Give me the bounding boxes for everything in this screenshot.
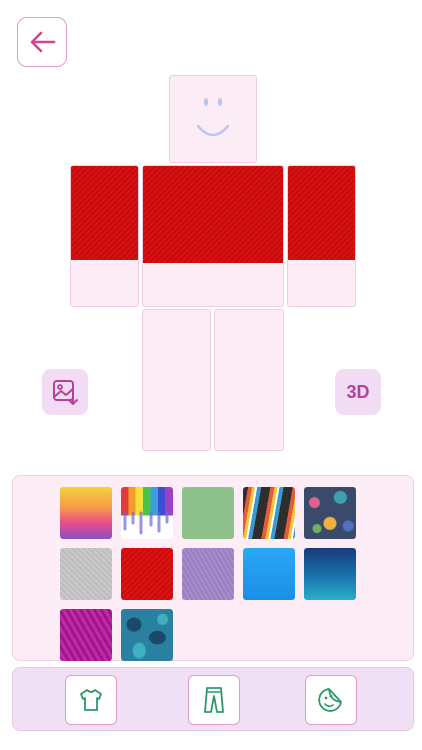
- tab-shirt[interactable]: [65, 675, 117, 725]
- swatch-teal-camo[interactable]: [121, 609, 173, 661]
- swatch-magenta-chevron[interactable]: [60, 609, 112, 661]
- swatch-rainbow-paint-drips[interactable]: [121, 487, 173, 539]
- avatar-torso[interactable]: [142, 165, 284, 307]
- swatch-grey-fabric[interactable]: [60, 548, 112, 600]
- smiley-face-icon: [196, 98, 230, 137]
- swatch-colorful-lightning-stripes[interactable]: [243, 487, 295, 539]
- swatch-sage-green[interactable]: [182, 487, 234, 539]
- shirt-sleeve-left: [71, 166, 138, 260]
- shirt-sleeve-right: [288, 166, 355, 260]
- swatch-blue-hex-gradient[interactable]: [304, 548, 356, 600]
- view-3d-label: 3D: [346, 381, 370, 402]
- view-3d-button[interactable]: 3D: [335, 369, 381, 415]
- shirt-icon: [80, 689, 102, 711]
- export-image-button[interactable]: [42, 369, 88, 415]
- avatar-left-arm[interactable]: [70, 165, 139, 307]
- face-sticker-icon: [318, 688, 342, 712]
- swatch-pink-yellow-watercolor[interactable]: [60, 487, 112, 539]
- avatar-left-leg[interactable]: [142, 309, 211, 451]
- category-tab-bar: [12, 667, 414, 731]
- shirt-torso: [143, 166, 283, 263]
- image-download-icon: [53, 380, 78, 405]
- avatar-right-leg[interactable]: [214, 309, 284, 451]
- tab-pants[interactable]: [188, 675, 240, 725]
- swatch-purple-knit[interactable]: [182, 548, 234, 600]
- avatar-head[interactable]: [169, 75, 257, 163]
- swatch-paisley-pattern[interactable]: [304, 487, 356, 539]
- avatar-right-arm[interactable]: [287, 165, 356, 307]
- tab-face[interactable]: [305, 675, 357, 725]
- swatch-red-fabric[interactable]: [121, 548, 173, 600]
- pattern-palette: [12, 475, 414, 661]
- pants-icon: [204, 687, 224, 713]
- back-button[interactable]: [17, 17, 67, 67]
- arrow-left-icon: [30, 31, 56, 53]
- swatch-bright-blue[interactable]: [243, 548, 295, 600]
